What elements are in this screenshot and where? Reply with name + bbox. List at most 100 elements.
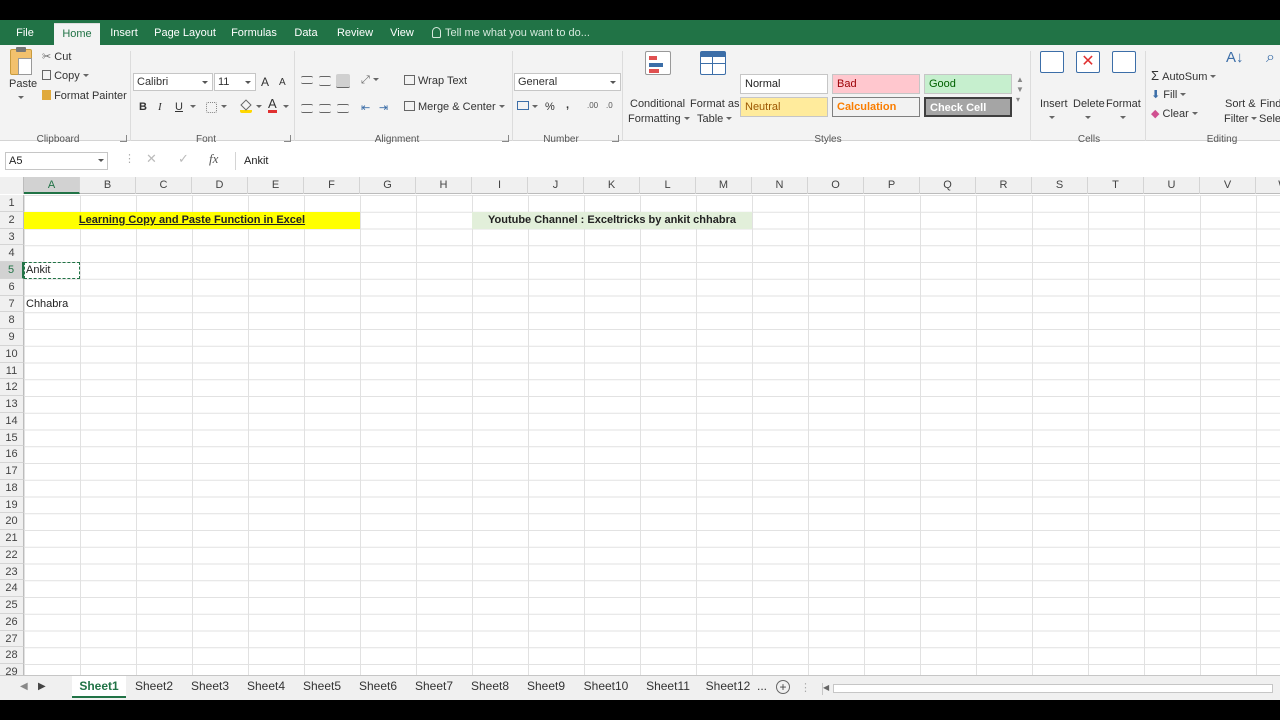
tab-view[interactable]: View [386,25,418,45]
row-header-3[interactable]: 3 [0,228,24,246]
sheet-tab-sheet12[interactable]: Sheet12 [698,676,758,698]
sheet-tab-sheet6[interactable]: Sheet6 [350,676,406,698]
column-header-a[interactable]: A [24,177,80,194]
format-cells-button[interactable]: Format [1106,98,1141,110]
autosum-button[interactable]: Σ AutoSum [1151,68,1217,83]
row-header-19[interactable]: 19 [0,496,24,514]
column-header-n[interactable]: N [752,177,808,194]
borders-icon[interactable] [206,102,217,113]
bold-button[interactable]: B [139,101,147,113]
underline-dropdown[interactable] [187,101,196,113]
row-header-25[interactable]: 25 [0,597,24,614]
column-header-m[interactable]: M [696,177,752,194]
more-sheets-button[interactable]: ... [752,676,772,698]
tab-page-layout[interactable]: Page Layout [152,25,218,45]
font-name-select[interactable]: Calibri [133,73,213,91]
row-header-14[interactable]: 14 [0,412,24,430]
cell-b2-title[interactable]: Learning Copy and Paste Function in Exce… [24,211,360,229]
format-as-table-button[interactable]: Format as [690,98,740,110]
paste-button[interactable]: Paste [9,78,37,90]
underline-button[interactable]: U [175,101,183,113]
column-header-k[interactable]: K [584,177,640,194]
column-header-j[interactable]: J [528,177,584,194]
find-select-label-2[interactable]: Sele [1259,113,1280,125]
column-header-i[interactable]: I [472,177,528,194]
column-header-t[interactable]: T [1088,177,1144,194]
row-header-24[interactable]: 24 [0,580,24,597]
row-header-1[interactable]: 1 [0,195,24,212]
column-header-d[interactable]: D [192,177,248,194]
row-header-20[interactable]: 20 [0,513,24,530]
font-size-select[interactable]: 11 [214,73,256,91]
style-bad[interactable]: Bad [832,74,920,94]
horizontal-scrollbar[interactable]: ◀ [822,683,1280,695]
sort-filter-label-2[interactable]: Filter [1224,113,1258,125]
format-dropdown[interactable] [1117,112,1126,124]
font-color-button[interactable]: A [268,97,277,113]
cut-button[interactable]: ✂ Cut [42,50,71,63]
sheet-tab-sheet3[interactable]: Sheet3 [182,676,238,698]
decrease-indent-icon[interactable]: ⇤ [361,101,370,114]
align-top-icon[interactable] [301,76,313,84]
font-launcher-icon[interactable] [284,135,291,142]
column-header-p[interactable]: P [864,177,920,194]
row-header-22[interactable]: 22 [0,546,24,564]
row-header-28[interactable]: 28 [0,647,24,664]
sort-filter-icon[interactable]: A↓ [1226,49,1244,66]
fill-color-icon[interactable] [240,99,252,113]
fill-button[interactable]: ⬇ Fill [1151,88,1187,101]
style-normal[interactable]: Normal [740,74,828,94]
cell-i2-channel[interactable]: Youtube Channel : Exceltricks by ankit c… [472,211,752,229]
delete-dropdown[interactable] [1082,112,1091,124]
select-all-corner[interactable] [0,177,24,194]
style-neutral[interactable]: Neutral [740,97,828,117]
sheet-tab-sheet7[interactable]: Sheet7 [406,676,462,698]
increase-decimal-icon[interactable]: .00 [587,101,598,110]
align-middle-icon[interactable] [319,76,331,86]
tell-me-search[interactable]: Tell me what you want to do... [432,25,590,41]
column-header-l[interactable]: L [640,177,696,194]
column-header-v[interactable]: V [1200,177,1256,194]
column-header-g[interactable]: G [360,177,416,194]
prev-sheet-icon[interactable]: ◀ [20,681,28,692]
row-header-11[interactable]: 11 [0,362,24,380]
format-cells-icon[interactable] [1112,51,1136,73]
confirm-entry-icon[interactable]: ✓ [178,151,189,167]
column-header-s[interactable]: S [1032,177,1088,194]
row-header-6[interactable]: 6 [0,278,24,296]
styles-scroll-icon[interactable]: ▲ ▼ ▾ [1016,75,1024,105]
align-left-icon[interactable] [301,104,313,113]
column-header-h[interactable]: H [416,177,472,194]
sheet-tab-sheet11[interactable]: Sheet11 [638,676,698,698]
cancel-entry-icon[interactable]: ✕ [146,151,157,167]
decrease-decimal-icon[interactable]: .0 [606,101,613,110]
row-header-7[interactable]: 7 [0,295,24,313]
font-color-dropdown[interactable] [280,101,289,113]
format-as-table-label-2[interactable]: Table [697,113,733,125]
row-header-15[interactable]: 15 [0,429,24,447]
paste-dropdown-icon[interactable] [15,92,24,104]
comma-button[interactable]: , [566,99,569,111]
column-header-f[interactable]: F [304,177,360,194]
find-select-button[interactable]: Find [1260,98,1280,110]
number-launcher-icon[interactable] [612,135,619,142]
percent-button[interactable]: % [545,101,555,113]
conditional-formatting-label-2[interactable]: Formatting [628,113,690,125]
increase-indent-icon[interactable]: ⇥ [379,101,388,114]
tab-file[interactable]: File [8,25,42,45]
sheet-tab-sheet1[interactable]: Sheet1 [72,676,126,698]
tab-formulas[interactable]: Formulas [228,25,280,45]
column-header-w[interactable]: W [1256,177,1280,194]
clipboard-launcher-icon[interactable] [120,135,127,142]
row-header-2[interactable]: 2 [0,211,24,229]
alignment-launcher-icon[interactable] [502,135,509,142]
row-header-16[interactable]: 16 [0,446,24,463]
delete-cells-icon[interactable]: ✕ [1076,51,1100,73]
column-header-u[interactable]: U [1144,177,1200,194]
sheet-tab-sheet10[interactable]: Sheet10 [574,676,638,698]
name-box-dropdown-icon[interactable] [98,159,104,162]
cell-a7[interactable]: Chhabra [26,296,68,313]
style-check-cell[interactable]: Check Cell [924,97,1012,117]
delete-cells-button[interactable]: Delete [1073,98,1105,110]
row-header-13[interactable]: 13 [0,396,24,413]
